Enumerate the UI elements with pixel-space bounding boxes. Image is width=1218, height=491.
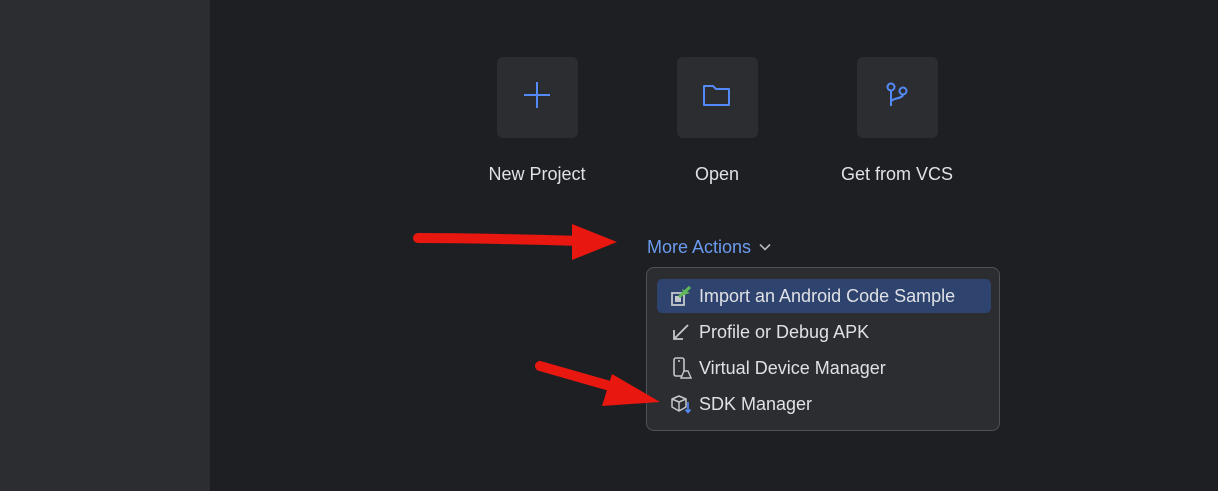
more-actions-label: More Actions (647, 236, 752, 257)
arrow-down-left-icon (669, 320, 693, 344)
new-project-tile[interactable] (496, 57, 578, 138)
get-from-vcs-action[interactable]: Get from VCS (807, 57, 987, 197)
new-project-label: New Project (488, 164, 586, 184)
open-tile[interactable] (676, 57, 758, 138)
sidebar (0, 0, 210, 491)
menu-item-label: Virtual Device Manager (699, 357, 886, 378)
vcs-branch-icon (882, 80, 912, 115)
plus-icon (522, 80, 552, 115)
menu-item-import-android-code-sample[interactable]: Import an Android Code Sample (657, 279, 991, 313)
new-project-action[interactable]: New Project (447, 57, 627, 197)
sdk-box-icon (669, 392, 693, 416)
import-sample-icon (669, 284, 693, 308)
menu-item-label: SDK Manager (699, 393, 813, 414)
open-label: Open (694, 164, 740, 184)
device-icon (669, 356, 693, 380)
more-actions-dropdown: Import an Android Code Sample Profile or… (646, 267, 1000, 431)
more-actions-button[interactable]: More Actions (647, 235, 771, 259)
get-from-vcs-label: Get from VCS (840, 164, 954, 184)
open-action[interactable]: Open (627, 57, 807, 197)
menu-item-sdk-manager[interactable]: SDK Manager (657, 387, 991, 421)
menu-item-label: Profile or Debug APK (699, 321, 870, 342)
menu-item-profile-or-debug-apk[interactable]: Profile or Debug APK (657, 315, 991, 349)
menu-item-virtual-device-manager[interactable]: Virtual Device Manager (657, 351, 991, 385)
chevron-down-icon (759, 238, 771, 256)
menu-item-label: Import an Android Code Sample (699, 285, 956, 306)
get-from-vcs-tile[interactable] (856, 57, 938, 138)
folder-icon (702, 82, 732, 113)
